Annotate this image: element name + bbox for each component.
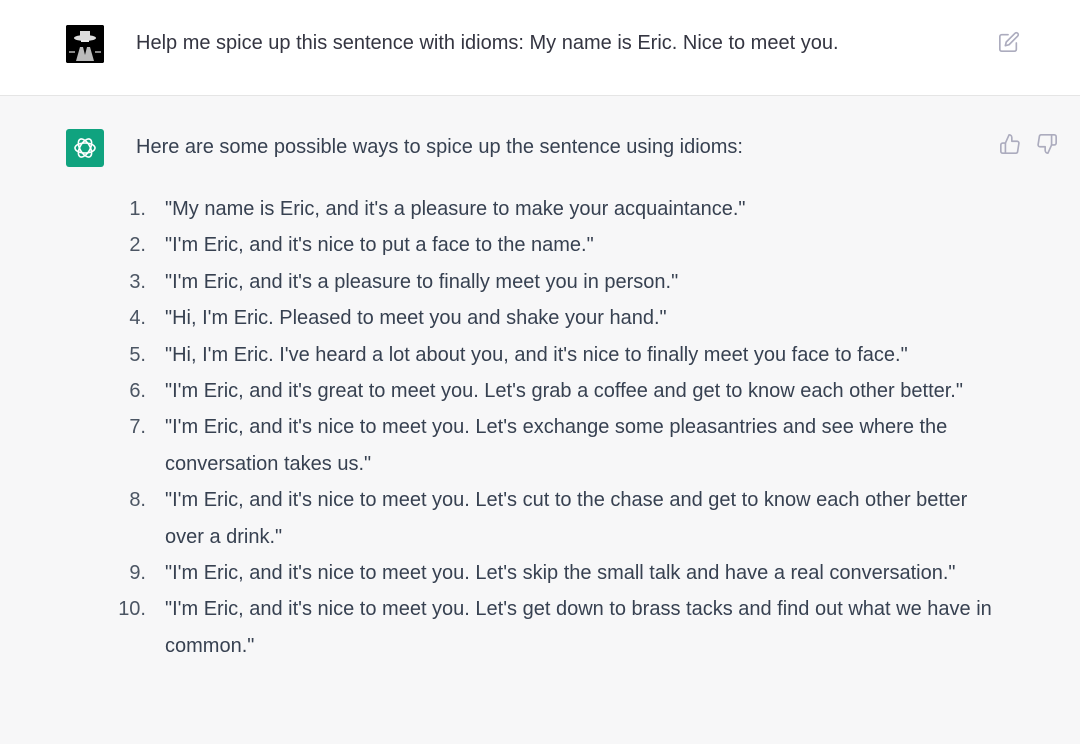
- list-item: 1. "My name is Eric, and it's a pleasure …: [112, 191, 992, 227]
- list-item: 10. "I'm Eric, and it's nice to meet you.…: [112, 591, 992, 664]
- list-item-text: "My name is Eric, and it's a pleasure to…: [165, 198, 746, 220]
- assistant-message-row: Here are some possible ways to spice up …: [0, 96, 1080, 744]
- list-item-number: 1.: [129, 198, 146, 220]
- assistant-avatar: [66, 129, 104, 167]
- thumbs-down-icon[interactable]: [1036, 133, 1058, 155]
- list-item: 3. "I'm Eric, and it's a pleasure to fina…: [112, 264, 992, 300]
- list-item-text: "Hi, I'm Eric. Pleased to meet you and s…: [165, 307, 667, 330]
- user-avatar: [66, 25, 104, 63]
- list-item-number: 6.: [129, 380, 146, 403]
- openai-logo-icon: [74, 138, 96, 158]
- user-message-text: Help me spice up this sentence with idio…: [136, 32, 839, 54]
- list-item-number: 3.: [129, 270, 146, 293]
- list-item: 2. "I'm Eric, and it's nice to put a face…: [112, 227, 992, 263]
- assistant-intro-text: Here are some possible ways to spice up …: [136, 136, 743, 158]
- list-item-text: "I'm Eric, and it's nice to meet you. Le…: [165, 562, 956, 585]
- list-item-text: "Hi, I'm Eric. I've heard a lot about yo…: [165, 343, 908, 366]
- list-item-number: 2.: [129, 234, 146, 257]
- list-item: 4. "Hi, I'm Eric. Pleased to meet you and…: [112, 300, 992, 336]
- list-item: 9. "I'm Eric, and it's nice to meet you. …: [112, 555, 992, 591]
- list-item-text: "I'm Eric, and it's nice to meet you. Le…: [165, 416, 948, 475]
- user-avatar-image: [66, 25, 104, 63]
- list-item: 7. "I'm Eric, and it's nice to meet you. …: [112, 409, 992, 482]
- list-item: 8. "I'm Eric, and it's nice to meet you. …: [112, 482, 992, 555]
- list-item-text: "I'm Eric, and it's great to meet you. L…: [165, 380, 963, 403]
- list-item: 6. "I'm Eric, and it's great to meet you.…: [112, 373, 992, 409]
- idiom-suggestions-list: 1. "My name is Eric, and it's a pleasure …: [112, 191, 992, 664]
- edit-icon[interactable]: [998, 31, 1020, 53]
- list-item: 5. "Hi, I'm Eric. I've heard a lot about …: [112, 337, 992, 373]
- thumbs-up-icon[interactable]: [999, 133, 1021, 155]
- list-item-text: "I'm Eric, and it's a pleasure to finall…: [165, 270, 679, 293]
- list-item-number: 8.: [129, 489, 146, 512]
- user-message-row: Help me spice up this sentence with idio…: [0, 0, 1080, 96]
- list-item-text: "I'm Eric, and it's nice to meet you. Le…: [165, 489, 968, 548]
- list-item-number: 9.: [129, 562, 146, 585]
- list-item-number: 7.: [129, 416, 146, 439]
- list-item-text: "I'm Eric, and it's nice to put a face t…: [165, 234, 594, 257]
- list-item-number: 5.: [129, 343, 146, 366]
- list-item-text: "I'm Eric, and it's nice to meet you. Le…: [165, 598, 992, 657]
- list-item-number: 4.: [129, 307, 146, 330]
- list-item-number: 10.: [118, 598, 146, 621]
